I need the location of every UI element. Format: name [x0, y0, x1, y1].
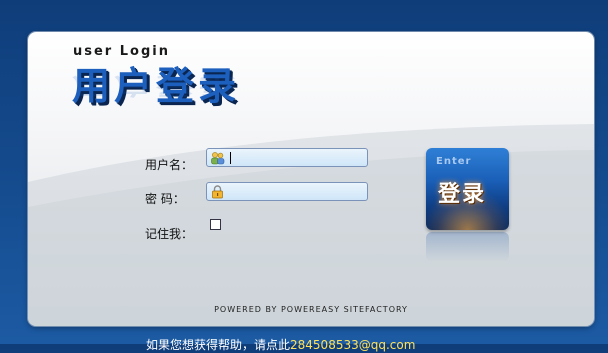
enter-small-label: Enter: [436, 156, 472, 167]
powered-by-text: POWERED BY POWEREASY SITEFACTORY: [214, 305, 408, 314]
password-field[interactable]: [206, 182, 368, 201]
title-reflection: 用户登录: [72, 72, 241, 99]
help-text: 如果您想获得帮助，请点此: [146, 338, 291, 352]
enter-label: 登录: [438, 182, 487, 207]
lock-icon: [212, 185, 223, 199]
remember-checkbox[interactable]: [210, 219, 221, 230]
username-label: 用户名：: [145, 158, 194, 172]
remember-label: 记住我：: [145, 227, 194, 241]
title-block: 用户登录 用户登录: [72, 62, 272, 142]
username-input[interactable]: [229, 150, 361, 165]
enter-button-reflection: [426, 232, 509, 262]
password-input[interactable]: [229, 184, 361, 199]
help-email-link[interactable]: 284508533@qq.com: [290, 338, 415, 352]
subtitle: user Login: [73, 44, 170, 59]
login-panel: user Login 用户登录 用户登录 用户名： 密 码： 记住我： Ente…: [28, 32, 594, 326]
enter-button[interactable]: Enter 登录: [426, 148, 509, 230]
username-field[interactable]: [206, 148, 368, 167]
password-label: 密 码：: [145, 192, 185, 206]
help-line: 如果您想获得帮助，请点此284508533@qq.com: [146, 336, 415, 353]
users-icon: [211, 152, 225, 165]
